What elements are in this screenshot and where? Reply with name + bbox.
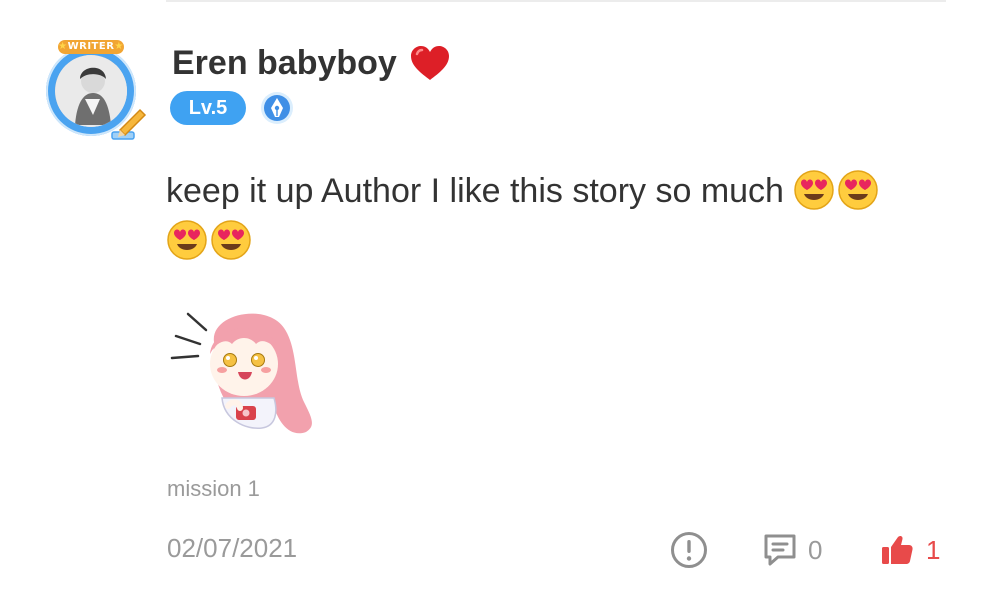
level-badge: Lv.5 — [170, 91, 246, 125]
heart-eyes-emoji-icon — [794, 170, 835, 210]
comment-text: keep it up Author I like this story so m… — [166, 166, 946, 266]
comment-tag: mission 1 — [167, 476, 260, 501]
pencil-icon — [111, 108, 147, 140]
fountain-pen-badge-icon — [261, 92, 293, 124]
comment-date: 02/07/2021 — [167, 533, 298, 563]
reply-count: 0 — [808, 534, 823, 565]
heart-icon — [410, 46, 449, 80]
avatar[interactable]: ★WRITER★ — [42, 40, 148, 140]
star-icon: ★ — [114, 41, 124, 52]
username[interactable]: Eren babyboy — [172, 44, 451, 82]
comment-body: keep it up Author I like this story so m… — [166, 172, 784, 210]
username-text[interactable]: Eren babyboy — [172, 44, 397, 82]
heart-eyes-emoji-icon — [167, 220, 207, 260]
thumbs-up-icon — [882, 535, 913, 564]
reply-button[interactable]: 0 — [762, 530, 822, 570]
top-divider — [166, 0, 946, 2]
heart-eyes-emoji-icon — [838, 170, 879, 210]
anime-girl-sticker-icon[interactable] — [166, 302, 326, 442]
comment-icon — [764, 534, 796, 566]
report-button[interactable] — [670, 531, 708, 569]
writer-badge-label: WRITER — [67, 41, 115, 52]
heart-eyes-emoji-icon — [211, 220, 251, 260]
writer-badge: ★WRITER★ — [58, 40, 124, 54]
like-count: 1 — [926, 534, 941, 565]
star-icon: ★ — [58, 41, 68, 52]
like-button[interactable]: 1 — [880, 530, 940, 570]
